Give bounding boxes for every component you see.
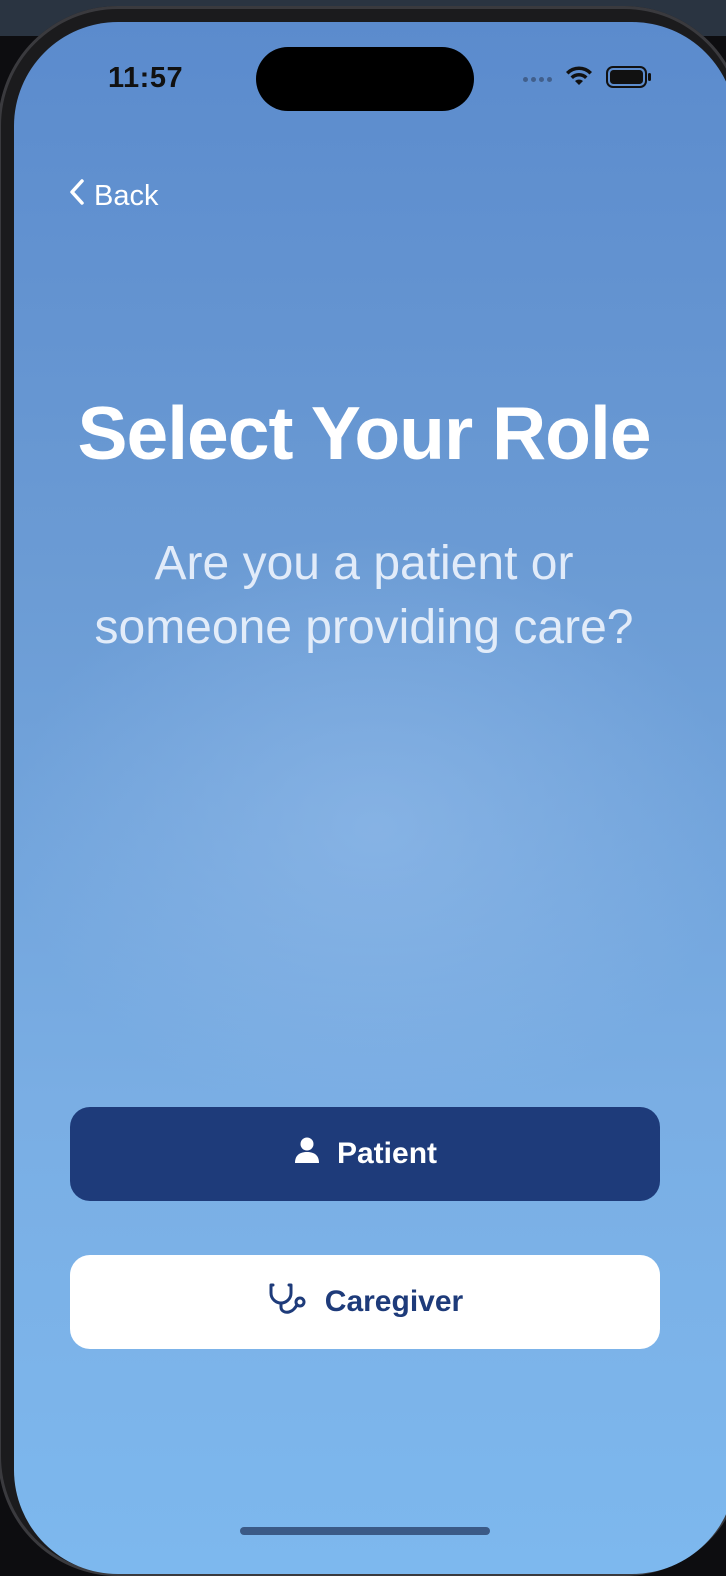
app-screen: 11:57 Back Select Your Role Are you a pa… xyxy=(14,22,726,1574)
battery-icon xyxy=(606,66,652,93)
back-label: Back xyxy=(94,179,159,212)
dynamic-island xyxy=(256,47,474,111)
wifi-icon xyxy=(564,66,594,93)
back-button[interactable]: Back xyxy=(68,178,158,214)
caregiver-label: Caregiver xyxy=(324,1285,464,1318)
stethoscope-icon xyxy=(267,1281,309,1323)
person-icon xyxy=(293,1136,321,1172)
phone-frame: 11:57 Back Select Your Role Are you a pa… xyxy=(0,0,726,1576)
caregiver-button[interactable]: Caregiver xyxy=(70,1255,660,1349)
status-icons xyxy=(523,66,652,93)
chevron-left-icon xyxy=(68,178,86,214)
home-indicator[interactable] xyxy=(240,1527,490,1535)
page-title: Select Your Role xyxy=(77,391,651,475)
status-time: 11:57 xyxy=(108,62,184,94)
patient-label: Patient xyxy=(336,1137,438,1170)
patient-button[interactable]: Patient xyxy=(70,1107,660,1201)
page-subtitle: Are you a patient or someone providing c… xyxy=(94,537,634,654)
signal-dots-icon xyxy=(523,77,552,82)
